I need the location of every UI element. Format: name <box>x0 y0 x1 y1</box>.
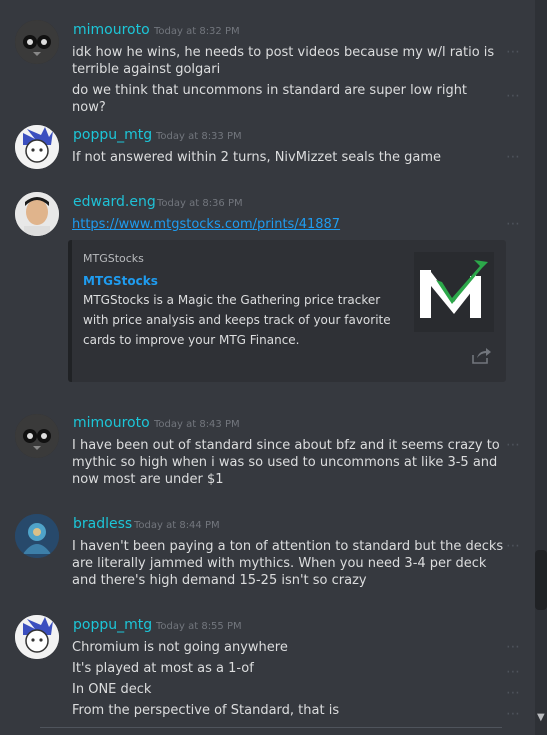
more-dots-icon[interactable]: ⋯ <box>506 639 521 655</box>
more-dots-icon[interactable]: ⋯ <box>506 44 521 60</box>
mtgstocks-logo[interactable] <box>414 252 494 332</box>
username[interactable]: poppu_mtg <box>73 127 152 143</box>
message-text: I have been out of standard since about … <box>72 438 500 487</box>
more-dots-icon[interactable]: ⋯ <box>506 685 521 701</box>
more-dots-icon[interactable]: ⋯ <box>506 664 521 680</box>
username[interactable]: mimouroto <box>73 22 150 38</box>
message-text: It's played at most as a 1-of <box>72 661 254 676</box>
avatar[interactable] <box>15 125 59 169</box>
scrollbar-track[interactable] <box>535 0 547 735</box>
more-dots-icon[interactable]: ⋯ <box>506 437 521 453</box>
embed-title[interactable]: MTGStocks <box>83 274 158 288</box>
embed-provider: MTGStocks <box>83 252 144 265</box>
timestamp: Today at 8:44 PM <box>134 520 220 531</box>
username[interactable]: mimouroto <box>73 415 150 431</box>
divider <box>40 727 502 728</box>
more-dots-icon[interactable]: ⋯ <box>506 706 521 722</box>
timestamp: Today at 8:33 PM <box>156 131 242 142</box>
message-text: Chromium is not going anywhere <box>72 640 288 655</box>
avatar[interactable] <box>15 192 59 236</box>
message-text: I haven't been paying a ton of attention… <box>72 539 504 588</box>
share-icon[interactable] <box>470 346 494 370</box>
message-text: From the perspective of Standard, that i… <box>72 703 340 718</box>
scrollbar-thumb[interactable] <box>535 550 547 610</box>
message-text: In ONE deck <box>72 682 152 697</box>
message-text: idk how he wins, he needs to post videos… <box>72 45 495 77</box>
more-dots-icon[interactable]: ⋯ <box>506 88 521 104</box>
username[interactable]: bradless <box>73 516 132 532</box>
username[interactable]: edward.eng <box>73 194 156 210</box>
more-dots-icon[interactable]: ⋯ <box>506 216 521 232</box>
url-link[interactable]: https://www.mtgstocks.com/prints/41887 <box>72 217 340 232</box>
more-dots-icon[interactable]: ⋯ <box>506 538 521 554</box>
message-text: do we think that uncommons in standard a… <box>72 83 468 115</box>
message-link[interactable]: https://www.mtgstocks.com/prints/41887 <box>72 216 504 233</box>
link-embed: MTGStocks MTGStocks MTGStocks is a Magic… <box>68 240 506 382</box>
avatar[interactable] <box>15 615 59 659</box>
timestamp: Today at 8:36 PM <box>157 198 243 209</box>
timestamp: Today at 8:43 PM <box>154 419 240 430</box>
avatar[interactable] <box>15 414 59 458</box>
timestamp: Today at 8:55 PM <box>156 621 242 632</box>
avatar[interactable] <box>15 514 59 558</box>
username[interactable]: poppu_mtg <box>73 617 152 633</box>
chevron-down-icon[interactable]: ▼ <box>537 712 545 723</box>
more-dots-icon[interactable]: ⋯ <box>506 149 521 165</box>
embed-description: MTGStocks is a Magic the Gathering price… <box>83 293 391 347</box>
avatar[interactable] <box>15 20 59 64</box>
timestamp: Today at 8:32 PM <box>154 26 240 37</box>
message-text: If not answered within 2 turns, NivMizze… <box>72 150 442 165</box>
